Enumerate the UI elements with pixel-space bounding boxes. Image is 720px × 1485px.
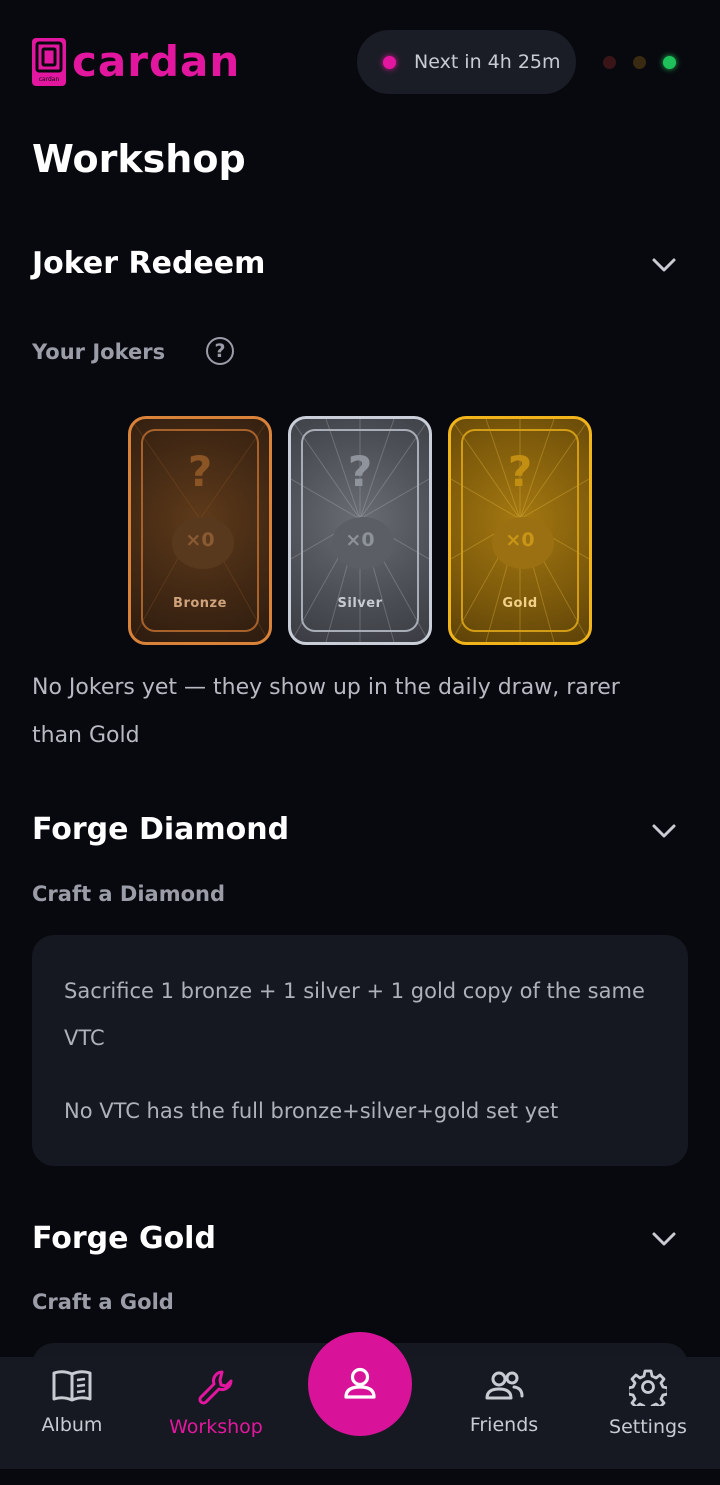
- joker-card-gold[interactable]: ? ×0 Gold: [448, 416, 592, 645]
- craft-gold-label: Craft a Gold: [32, 1290, 174, 1314]
- system-bar: [0, 1469, 720, 1485]
- logo-wordmark: cardan: [72, 37, 241, 86]
- profile-button[interactable]: [308, 1332, 412, 1436]
- nav-label: Workshop: [169, 1416, 263, 1438]
- page-title: Workshop: [32, 137, 246, 181]
- forge-gold-header[interactable]: Forge Gold: [32, 1221, 216, 1256]
- friends-icon: [485, 1371, 524, 1400]
- card-count: ×0: [185, 529, 215, 551]
- wrench-icon: [198, 1370, 233, 1405]
- card-tier-label: Gold: [502, 596, 538, 611]
- nav-label: Settings: [609, 1416, 687, 1438]
- card-count: ×0: [505, 529, 535, 551]
- nav-settings[interactable]: Settings: [576, 1368, 720, 1438]
- nav-friends[interactable]: Friends: [432, 1368, 576, 1436]
- nav-label: Album: [41, 1414, 103, 1436]
- no-jokers-text-line1: No Jokers yet — they show up in the dail…: [32, 675, 620, 700]
- card-question-mark-icon: ?: [347, 447, 373, 496]
- next-draw-timer[interactable]: Next in 4h 25m: [357, 30, 576, 94]
- timer-indicator-dot: [383, 55, 396, 69]
- card-tier-label: Bronze: [173, 596, 227, 611]
- status-dot-red: [603, 56, 616, 69]
- card-question-mark-icon: ?: [507, 447, 533, 496]
- craft-diamond-label: Craft a Diamond: [32, 882, 225, 906]
- chevron-down-icon[interactable]: [651, 252, 677, 278]
- no-jokers-text-line2: than Gold: [32, 723, 140, 748]
- nav-label: Friends: [469, 1414, 539, 1436]
- joker-section-title: Joker Redeem: [32, 246, 266, 281]
- forge-diamond-header[interactable]: Forge Diamond: [32, 812, 289, 847]
- nav-album[interactable]: Album: [0, 1368, 144, 1436]
- card-tier-label: Silver: [337, 596, 383, 611]
- status-dot-amber: [633, 56, 646, 69]
- card-question-mark-icon: ?: [187, 447, 213, 496]
- help-icon[interactable]: ?: [206, 337, 234, 365]
- card-count: ×0: [345, 529, 375, 551]
- status-dot-green: [663, 56, 676, 69]
- joker-card-bronze[interactable]: ? ×0 Bronze: [128, 416, 272, 645]
- forge-gold-title: Forge Gold: [32, 1221, 216, 1256]
- diamond-status-text: No VTC has the full bronze+silver+gold s…: [64, 1099, 559, 1123]
- gear-icon: [629, 1369, 667, 1406]
- forge-diamond-title: Forge Diamond: [32, 812, 290, 847]
- logo-mark-icon: cardan: [32, 38, 66, 86]
- diamond-description-line1: Sacrifice 1 bronze + 1 silver + 1 gold c…: [64, 979, 645, 1003]
- forge-diamond-info-box: Sacrifice 1 bronze + 1 silver + 1 gold c…: [32, 935, 688, 1166]
- book-icon: [52, 1370, 92, 1402]
- svg-text:cardan: cardan: [39, 76, 60, 83]
- chevron-down-icon[interactable]: [651, 818, 677, 844]
- chevron-down-icon[interactable]: [651, 1226, 677, 1252]
- profile-icon: [344, 1367, 376, 1399]
- app-logo: cardan cardan: [32, 38, 240, 86]
- your-jokers-label: Your Jokers: [32, 340, 166, 364]
- joker-section-header[interactable]: Joker Redeem: [32, 246, 265, 281]
- nav-workshop[interactable]: Workshop: [144, 1368, 288, 1438]
- diamond-description-line2: VTC: [64, 1026, 105, 1050]
- joker-card-silver[interactable]: ? ×0 Silver: [288, 416, 432, 645]
- timer-text: Next in 4h 25m: [414, 51, 561, 73]
